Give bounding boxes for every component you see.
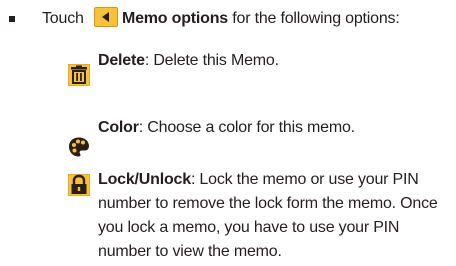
option-title: Delete	[98, 52, 145, 69]
lock-icon	[67, 173, 91, 197]
option-color: Color: Choose a color for this memo.	[98, 116, 454, 140]
trash-icon	[67, 63, 91, 87]
intro-prefix: Touch	[42, 10, 84, 27]
option-desc: : Choose a color for this memo.	[138, 119, 355, 136]
intro-text: Touch Memo options for the following opt…	[42, 6, 400, 32]
option-lock-unlock: Lock/Unlock: Lock the memo or use your P…	[98, 168, 454, 264]
option-title: Lock/Unlock	[98, 171, 191, 188]
bullet-icon	[9, 16, 15, 22]
palette-icon	[68, 136, 90, 158]
memo-options-button-icon	[93, 6, 118, 27]
option-delete: Delete: Delete this Memo.	[98, 49, 454, 73]
memo-options-label: Memo options	[121, 10, 228, 27]
left-arrow-icon	[101, 11, 109, 22]
intro-line: Touch Memo options for the following opt…	[0, 6, 456, 32]
option-desc: : Delete this Memo.	[144, 52, 279, 69]
option-title: Color	[98, 119, 139, 136]
intro-suffix: for the following options:	[232, 10, 400, 27]
